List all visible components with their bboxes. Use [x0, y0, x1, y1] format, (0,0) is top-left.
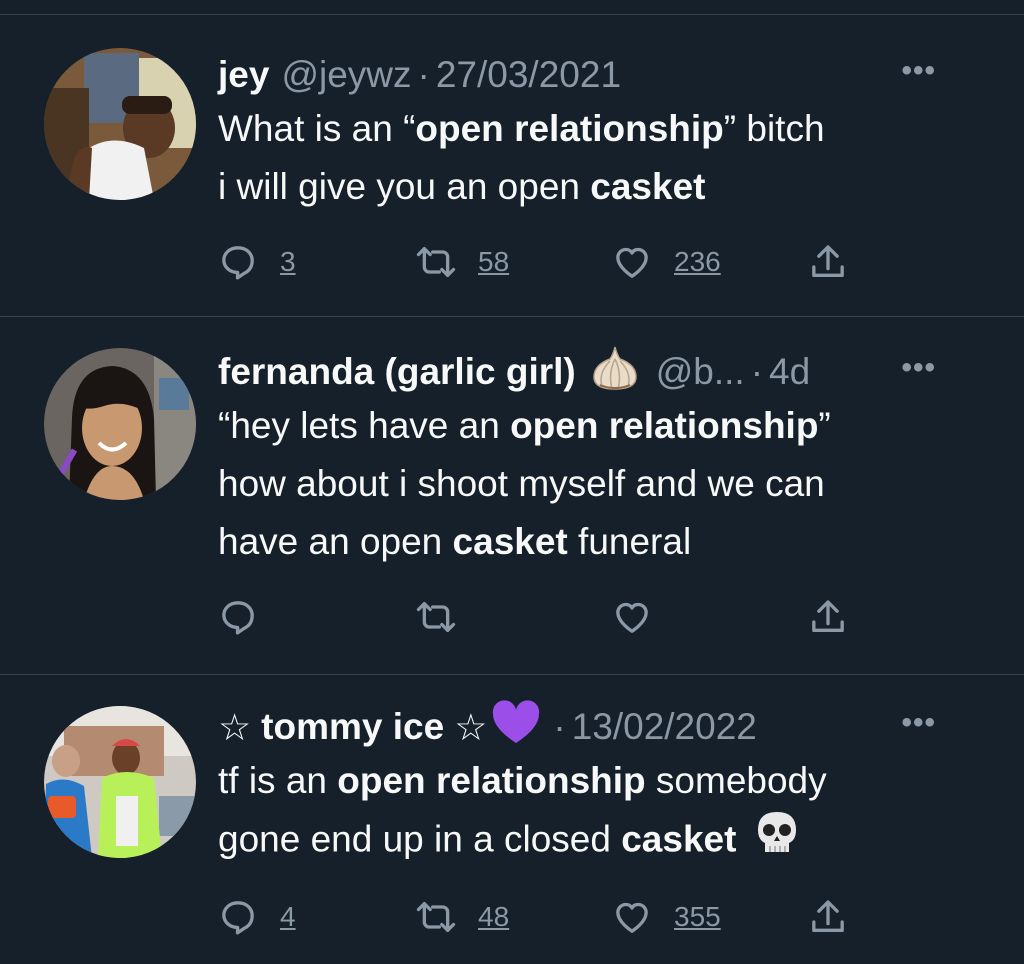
reply-count: 4 — [280, 901, 296, 932]
retweet-button[interactable]: 58 — [416, 242, 509, 282]
tweet-header: jey @jeywz · 27/03/2021 — [218, 50, 984, 100]
timestamp[interactable]: 27/03/2021 — [436, 54, 621, 96]
reply-icon — [222, 246, 254, 280]
like-button[interactable]: 355 — [612, 897, 721, 937]
like-icon — [616, 247, 648, 278]
share-button[interactable] — [808, 242, 848, 282]
tweet-text: tf is an open relationship somebody gone… — [218, 752, 984, 873]
tweet-header: fernanda (garlic girl) @b... · 4d — [218, 345, 984, 400]
timestamp[interactable]: 4d — [769, 351, 810, 393]
tweet-fernanda[interactable]: fernanda (garlic girl) @b... · 4d ••• “h… — [0, 317, 1024, 673]
action-bar: 3 58 236 — [0, 240, 1024, 284]
avatar[interactable] — [44, 706, 196, 858]
timeline-feed: jey @jeywz · 27/03/2021 ••• What is an “… — [0, 0, 1024, 964]
like-icon — [616, 602, 648, 633]
action-bar — [0, 595, 1024, 639]
display-name[interactable]: jey — [218, 54, 269, 96]
action-bar: 4 48 355 — [0, 895, 1024, 939]
avatar[interactable] — [44, 48, 196, 200]
skull-emoji — [754, 810, 800, 873]
like-count: 355 — [674, 901, 721, 932]
reply-button[interactable] — [218, 597, 280, 637]
garlic-emoji — [590, 345, 640, 400]
separator: · — [417, 54, 430, 95]
like-icon — [616, 902, 648, 933]
more-icon[interactable]: ••• — [901, 706, 936, 740]
star-icon: ☆ — [454, 706, 488, 748]
share-icon — [812, 600, 844, 632]
handle[interactable]: @b... — [656, 351, 745, 393]
retweet-button[interactable]: 48 — [416, 897, 509, 937]
tweet-tommy-ice[interactable]: ☆ tommy ice ☆ · 13/02/2022 ••• tf is an … — [0, 675, 1024, 964]
separator: · — [750, 351, 764, 392]
like-button[interactable] — [612, 597, 674, 637]
tweet-text: What is an “open relationship” bitch i w… — [218, 108, 825, 207]
avatar[interactable] — [44, 348, 196, 500]
more-icon[interactable]: ••• — [901, 351, 936, 385]
share-button[interactable] — [808, 597, 848, 637]
reply-count: 3 — [280, 246, 296, 277]
reply-button[interactable]: 4 — [218, 897, 296, 937]
like-count: 236 — [674, 246, 721, 277]
display-name[interactable]: fernanda (garlic girl) — [218, 351, 576, 393]
handle[interactable]: @jeywz — [281, 54, 411, 96]
retweet-icon — [416, 902, 456, 932]
share-icon — [812, 245, 844, 277]
separator: · — [553, 706, 566, 747]
star-icon: ☆ — [218, 706, 252, 748]
share-button[interactable] — [808, 897, 848, 937]
purple-heart-emoji — [491, 699, 541, 755]
retweet-icon — [416, 247, 456, 277]
retweet-count: 58 — [478, 246, 510, 277]
retweet-count: 48 — [478, 901, 510, 932]
more-icon[interactable]: ••• — [901, 54, 936, 88]
share-icon — [812, 900, 844, 932]
like-button[interactable]: 236 — [612, 242, 721, 282]
retweet-icon — [416, 602, 456, 632]
tweet-text: “hey lets have an open relationship” how… — [218, 405, 831, 562]
tweet-jey[interactable]: jey @jeywz · 27/03/2021 ••• What is an “… — [0, 15, 1024, 315]
reply-icon — [222, 901, 254, 935]
display-name[interactable]: tommy ice — [261, 706, 444, 748]
tweet-header: ☆ tommy ice ☆ · 13/02/2022 — [218, 699, 984, 755]
reply-icon — [222, 601, 254, 635]
reply-button[interactable]: 3 — [218, 242, 296, 282]
retweet-button[interactable] — [416, 597, 478, 637]
timestamp[interactable]: 13/02/2022 — [572, 706, 757, 748]
